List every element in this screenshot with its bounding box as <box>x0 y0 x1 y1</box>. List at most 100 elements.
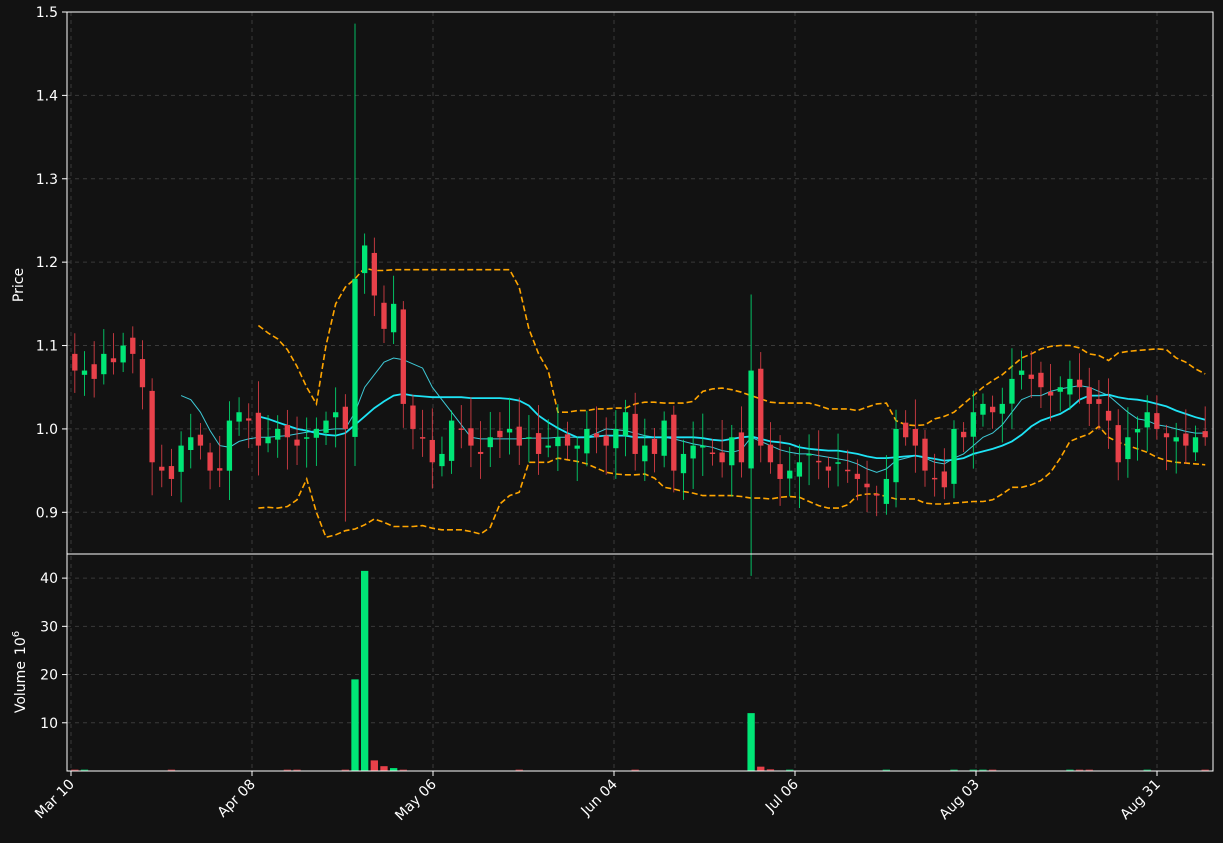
candle-body <box>1067 378 1073 395</box>
candle-body <box>526 437 532 439</box>
candle-body <box>951 428 957 484</box>
candle-body <box>593 433 600 438</box>
candle-body <box>854 473 861 479</box>
candle-body <box>680 453 687 474</box>
candle-body <box>178 445 184 472</box>
candle-body <box>284 424 291 438</box>
candle-body <box>613 428 619 449</box>
candle-body <box>845 469 851 472</box>
candle-body <box>864 483 870 488</box>
candle-body <box>564 434 571 446</box>
candle-body <box>255 412 262 446</box>
candle-body <box>748 370 754 469</box>
candle-body <box>1202 431 1208 438</box>
volume-tick-label: 40 <box>40 571 58 587</box>
candle-body <box>159 466 165 471</box>
candle-body <box>835 462 841 464</box>
candle-body <box>1009 378 1015 404</box>
candle-body <box>903 422 909 438</box>
candle-body <box>883 478 890 504</box>
candle-body <box>101 353 107 375</box>
candle-body <box>729 437 735 466</box>
candle-body <box>226 420 233 471</box>
volume-bar <box>351 679 359 771</box>
candle-body <box>410 405 416 429</box>
candle-body <box>197 434 204 446</box>
candle-body <box>738 432 745 463</box>
candle-body <box>700 445 706 448</box>
candle-body <box>999 403 1005 414</box>
candle-body <box>1076 379 1083 388</box>
candle-body <box>584 428 590 454</box>
candle-body <box>352 278 358 437</box>
volume-bar <box>747 713 755 771</box>
candle-body <box>651 438 658 454</box>
candle-body <box>787 470 793 479</box>
candle-body <box>758 368 764 446</box>
candle-body <box>313 428 320 438</box>
candle-body <box>1125 437 1131 460</box>
candle-body <box>603 435 609 446</box>
price-axis-label: Price <box>11 268 27 302</box>
volume-bar <box>370 760 378 771</box>
price-tick-label: 1.0 <box>36 422 58 438</box>
candle-body <box>671 414 677 471</box>
candle-body <box>767 444 774 463</box>
candle-body <box>294 439 300 446</box>
volume-tick-label: 20 <box>40 668 58 684</box>
candle-body <box>236 412 242 422</box>
price-tick-label: 0.9 <box>36 505 58 521</box>
candle-body <box>912 429 918 446</box>
candle-body <box>458 428 464 430</box>
candle-body <box>980 403 986 415</box>
volume-axis-label: Volume 106 <box>11 631 29 713</box>
candle-body <box>816 460 822 463</box>
candle-body <box>497 430 503 438</box>
candle-body <box>970 412 976 437</box>
candle-body <box>1086 387 1092 404</box>
candle-body <box>342 406 348 429</box>
candle-body <box>661 420 667 456</box>
candle-body <box>545 445 551 448</box>
candle-body <box>1096 399 1102 404</box>
candle-body <box>477 451 484 454</box>
candle-body <box>1105 410 1112 421</box>
candle-body <box>275 428 281 440</box>
candle-body <box>642 445 648 462</box>
candle-body <box>960 431 967 438</box>
candle-body <box>333 412 339 418</box>
candle-body <box>439 453 445 467</box>
candle-body <box>448 420 455 461</box>
candle-body <box>690 445 696 459</box>
candle-body <box>217 468 223 471</box>
candle-body <box>1154 413 1160 429</box>
candle-body <box>1047 391 1054 396</box>
candle-body <box>168 466 175 479</box>
candle-body <box>1028 374 1034 379</box>
volume-tick-label: 30 <box>40 619 58 635</box>
candle-body <box>709 452 716 455</box>
candle-body <box>81 370 88 375</box>
candle-body <box>874 494 880 496</box>
candle-body <box>1192 437 1199 453</box>
volume-axis-label-text: Volume <box>13 661 29 713</box>
candle-body <box>188 437 194 451</box>
price-tick-label: 1.5 <box>36 5 58 21</box>
candle-body <box>304 437 310 439</box>
candle-body <box>139 359 146 388</box>
candle-body <box>777 464 783 479</box>
volume-axis-label-exponent: 6 <box>11 631 22 637</box>
candle-body <box>1173 437 1179 442</box>
volume-bar <box>757 766 765 771</box>
candle-body <box>323 420 329 433</box>
candle-body <box>825 466 832 471</box>
candle-body <box>506 428 513 433</box>
candle-body <box>429 439 435 463</box>
volume-bar <box>380 766 388 771</box>
candle-body <box>1038 372 1044 388</box>
volume-axis-label-exponent-base: 10 <box>13 637 29 655</box>
candle-body <box>1163 433 1170 438</box>
candlestick-chart: 0.91.01.11.21.31.41.5 10203040 Mar 10 Apr… <box>0 0 1223 843</box>
candle-body <box>516 426 522 446</box>
candle-body <box>1183 433 1189 446</box>
